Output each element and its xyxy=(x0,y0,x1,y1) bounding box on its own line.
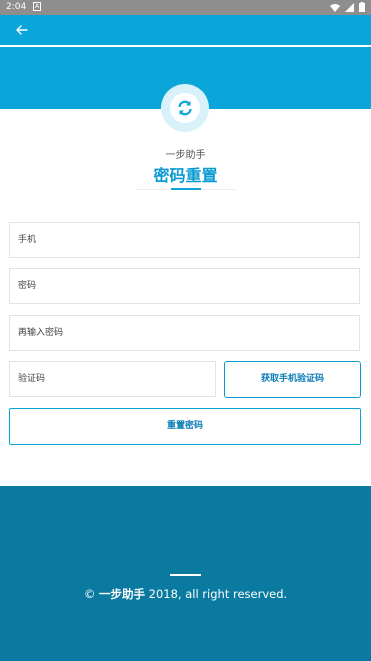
wifi-icon xyxy=(330,3,340,12)
status-icons xyxy=(330,2,365,12)
get-code-button[interactable]: 获取手机验证码 xyxy=(224,361,361,398)
verification-code-input[interactable] xyxy=(9,361,216,397)
notification-icon: A xyxy=(33,2,41,11)
refresh-icon xyxy=(178,100,192,116)
refresh-badge xyxy=(161,84,209,132)
password-input[interactable] xyxy=(9,268,360,304)
status-time: 2:04 xyxy=(6,2,27,12)
toolbar xyxy=(0,15,371,45)
refresh-badge-inner xyxy=(170,93,200,123)
title-accent xyxy=(171,188,201,190)
status-bar: 2:04 A xyxy=(0,0,371,15)
phone-input[interactable] xyxy=(9,222,360,258)
copyright-symbol: © xyxy=(83,587,96,601)
back-button[interactable] xyxy=(12,20,32,40)
footer-divider xyxy=(170,574,201,576)
confirm-password-input[interactable] xyxy=(9,315,360,351)
battery-icon xyxy=(359,2,365,12)
page-subtitle: 一步助手 xyxy=(165,150,206,161)
page-title: 密码重置 xyxy=(153,166,218,185)
footer: © 一步助手 2018, all right reserved. xyxy=(0,486,371,661)
signal-icon xyxy=(345,2,354,12)
footer-copyright: © 一步助手 2018, all right reserved. xyxy=(0,586,371,602)
reset-password-button[interactable]: 重置密码 xyxy=(9,408,361,445)
footer-rights: 2018, all right reserved. xyxy=(148,587,288,601)
footer-brand: 一步助手 xyxy=(98,587,145,601)
arrow-left-icon xyxy=(16,25,28,35)
